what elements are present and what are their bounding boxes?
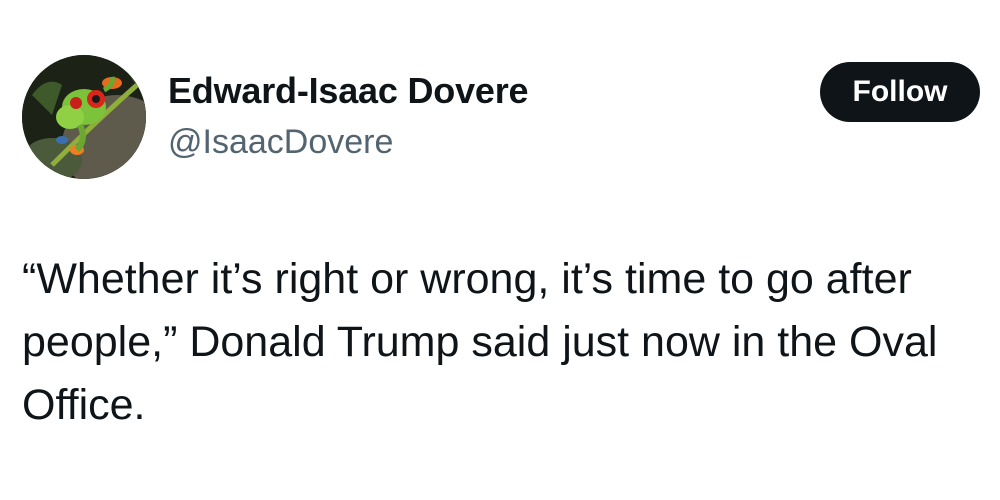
follow-button[interactable]: Follow — [820, 62, 980, 122]
author-display-name[interactable]: Edward-Isaac Dovere — [168, 69, 529, 113]
tweet-card: Edward-Isaac Dovere @IsaacDovere Follow … — [0, 0, 1000, 500]
author-handle[interactable]: @IsaacDovere — [168, 120, 393, 164]
tweet-text: “Whether it’s right or wrong, it’s time … — [22, 255, 938, 429]
tree-frog-avatar-icon — [22, 55, 146, 179]
avatar[interactable] — [22, 55, 146, 179]
